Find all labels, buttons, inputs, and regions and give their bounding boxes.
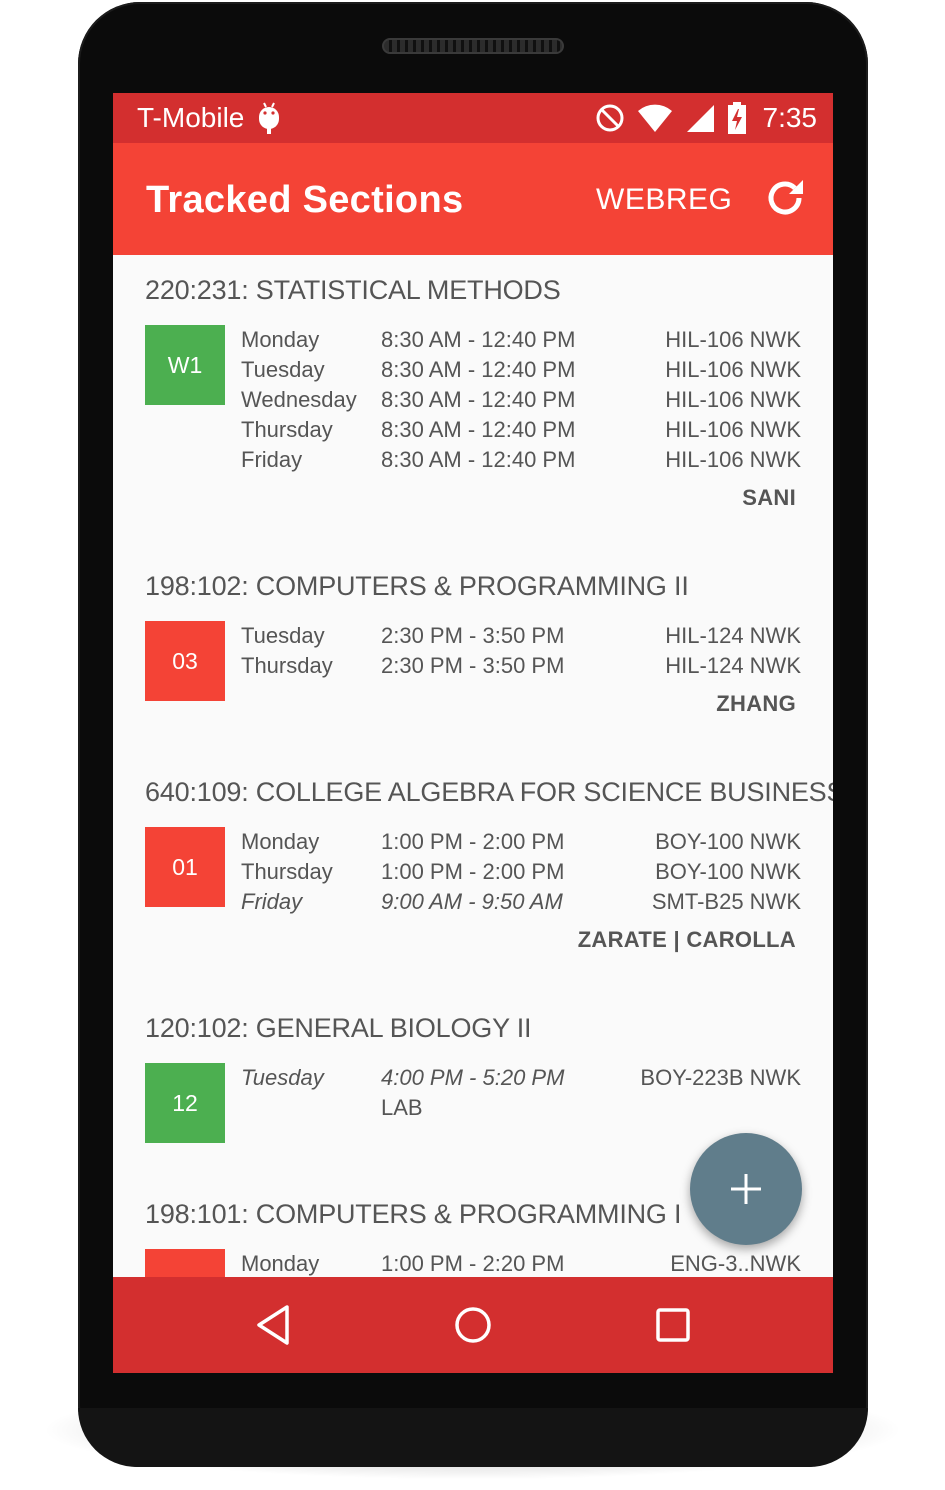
meeting-row: Monday 1:00 PM - 2:00 PM BOY-100 NWK — [113, 829, 833, 859]
meeting-day: Tuesday — [241, 623, 325, 648]
cell-signal-icon — [686, 105, 714, 132]
course-title: 120:102: GENERAL BIOLOGY II — [145, 1013, 532, 1043]
status-icons: 7:35 — [595, 101, 818, 135]
meeting-room: ENG-3..NWK — [670, 1251, 801, 1276]
course-title: 640:109: COLLEGE ALGEBRA FOR SCIENCE BUS… — [145, 777, 833, 807]
meeting-room: BOY-223B NWK — [640, 1065, 801, 1090]
course-title: 198:102: COMPUTERS & PROGRAMMING II — [145, 571, 689, 601]
meeting-room: SMT-B25 NWK — [651, 889, 801, 914]
home-icon — [455, 1307, 491, 1343]
meeting-day: Friday — [241, 447, 303, 472]
instructor-name: SANI — [742, 485, 796, 510]
course-title: 220:231: STATISTICAL METHODS — [145, 275, 561, 305]
meeting-day: Thursday — [241, 653, 333, 678]
meeting-room: HIL-124 NWK — [665, 623, 801, 648]
meeting-row: Thursday 1:00 PM - 2:00 PM BOY-100 NWK — [113, 859, 833, 889]
meeting-room: HIL-124 NWK — [665, 653, 801, 678]
meeting-row: Tuesday 2:30 PM - 3:50 PM HIL-124 NWK — [113, 623, 833, 653]
meeting-row: Wednesday 8:30 AM - 12:40 PM HIL-106 NWK — [113, 387, 833, 417]
meeting-row: Tuesday 4:00 PM - 5:20 PM BOY-223B NWK — [113, 1065, 833, 1095]
meeting-row: Tuesday 8:30 AM - 12:40 PM HIL-106 NWK — [113, 357, 833, 387]
meeting-time: 8:30 AM - 12:40 PM — [381, 417, 576, 442]
carrier-name: T-Mobile — [137, 102, 245, 133]
meeting-time: 2:30 PM - 3:50 PM — [381, 653, 565, 678]
meeting-time: 8:30 AM - 12:40 PM — [381, 327, 576, 352]
meeting-time: 2:30 PM - 3:50 PM — [381, 623, 565, 648]
add-icon — [731, 1174, 761, 1204]
meeting-time: LAB — [381, 1095, 423, 1120]
recents-icon — [656, 1308, 690, 1342]
meeting-room: HIL-106 NWK — [665, 357, 801, 382]
meeting-row: Monday 8:30 AM - 12:40 PM HIL-106 NWK — [113, 327, 833, 357]
meeting-room: BOY-100 NWK — [655, 859, 801, 884]
meeting-row: Thursday 2:30 PM - 3:50 PM HIL-124 NWK — [113, 653, 833, 683]
clock: 7:35 — [762, 102, 818, 133]
meeting-row: Friday 9:00 AM - 9:50 AM SMT-B25 NWK — [113, 889, 833, 919]
meeting-room: HIL-106 NWK — [665, 327, 801, 352]
refresh-icon[interactable] — [763, 176, 807, 220]
meeting-row: LAB — [113, 1095, 833, 1125]
back-button[interactable] — [249, 1301, 297, 1349]
meeting-room: HIL-106 NWK — [665, 387, 801, 412]
status-bar: T-Mobile 7:35 — [113, 93, 833, 143]
meeting-day: Thursday — [241, 859, 333, 884]
meeting-row: Thursday 8:30 AM - 12:40 PM HIL-106 NWK — [113, 417, 833, 447]
webreg-button[interactable]: WEBREG — [596, 183, 732, 217]
meeting-day: Friday — [241, 889, 303, 914]
navigation-bar — [113, 1277, 833, 1373]
wifi-icon — [637, 104, 672, 132]
android-debug-icon — [259, 102, 279, 134]
phone-chin — [78, 1408, 868, 1467]
meeting-day: Tuesday — [241, 357, 325, 382]
instructor-name: ZARATE | CAROLLA — [577, 927, 796, 952]
meeting-day: Monday — [241, 327, 320, 352]
phone-speaker — [382, 38, 564, 54]
meeting-day: Monday — [241, 829, 320, 854]
instructor-name: ZHANG — [716, 691, 796, 716]
course-title: 198:101: COMPUTERS & PROGRAMMING I — [145, 1199, 682, 1229]
meeting-row: Friday 8:30 AM - 12:40 PM HIL-106 NWK — [113, 447, 833, 477]
meeting-room: HIL-106 NWK — [665, 417, 801, 442]
meeting-day: Wednesday — [241, 387, 357, 412]
meeting-room: BOY-100 NWK — [655, 829, 801, 854]
meeting-time: 8:30 AM - 12:40 PM — [381, 447, 576, 472]
meeting-time: 1:00 PM - 2:20 PM — [381, 1251, 565, 1276]
home-button[interactable] — [449, 1301, 497, 1349]
meeting-day: Tuesday — [241, 1065, 324, 1090]
meeting-day: Thursday — [241, 417, 333, 442]
back-icon — [257, 1305, 289, 1345]
meeting-day: Monday — [241, 1251, 320, 1276]
do-not-disturb-icon — [596, 104, 623, 132]
meeting-time: 4:00 PM - 5:20 PM — [381, 1065, 565, 1090]
meeting-time: 9:00 AM - 9:50 AM — [381, 889, 563, 914]
meeting-time: 8:30 AM - 12:40 PM — [381, 387, 576, 412]
meeting-time: 8:30 AM - 12:40 PM — [381, 357, 576, 382]
meeting-time: 1:00 PM - 2:00 PM — [381, 859, 565, 884]
meeting-room: HIL-106 NWK — [665, 447, 801, 472]
screen: T-Mobile 7:35 Tracked Sections WEBREG 22… — [113, 93, 833, 1373]
page-title: Tracked Sections — [146, 179, 464, 221]
add-section-button[interactable] — [690, 1133, 802, 1245]
meeting-time: 1:00 PM - 2:00 PM — [381, 829, 565, 854]
battery-charging-icon — [727, 102, 746, 134]
recents-button[interactable] — [649, 1301, 697, 1349]
app-bar: Tracked Sections WEBREG — [113, 143, 833, 255]
